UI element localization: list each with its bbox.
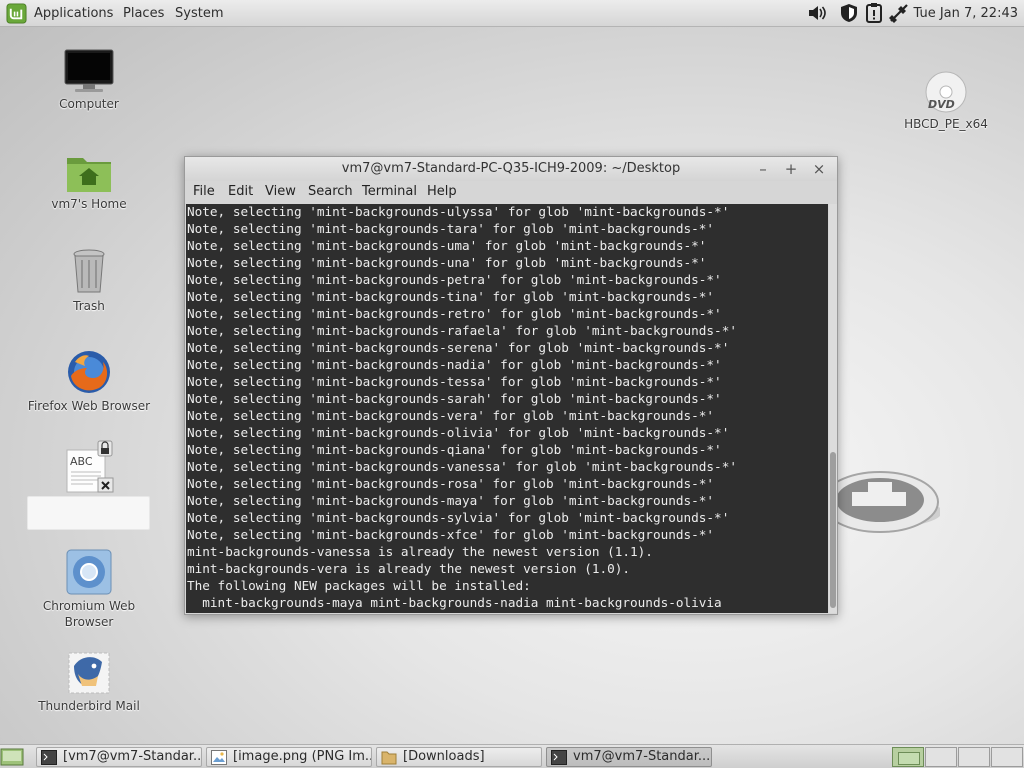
desktop-icon-dvd[interactable]: DVD HBCD_PE_x64 [881, 70, 1011, 132]
terminal-line: Note, selecting 'mint-backgrounds-ulyssa… [187, 204, 730, 219]
clock[interactable]: Tue Jan 7, 22:43 [913, 0, 1018, 27]
maximize-button[interactable]: + [781, 159, 801, 179]
minimize-button[interactable]: – [753, 159, 773, 179]
bottom-panel: [vm7@vm7-Standar... [image.png (PNG Im..… [0, 744, 1024, 768]
menu-search[interactable]: Search [306, 181, 355, 203]
workspace-2[interactable] [925, 747, 957, 767]
update-notice-icon[interactable] [863, 2, 885, 24]
terminal-titlebar[interactable]: vm7@vm7-Standard-PC-Q35-ICH9-2009: ~/Des… [185, 157, 837, 181]
terminal-menubar: File Edit View Search Terminal Help [185, 181, 837, 203]
terminal-line: mint-backgrounds-maya mint-backgrounds-n… [187, 595, 722, 610]
task-image-viewer[interactable]: [image.png (PNG Im... [206, 747, 372, 767]
mint-menu-icon[interactable] [6, 3, 27, 24]
system-menu[interactable]: System [171, 0, 227, 27]
top-panel: Applications Places System Tue Jan 7, 22… [0, 0, 1024, 27]
terminal-icon [41, 750, 57, 765]
desktop-icon-label: Chromium Web Browser [42, 599, 136, 629]
trash-icon [73, 249, 105, 293]
desktop-icon-label: Firefox Web Browser [27, 399, 151, 413]
terminal-line: Note, selecting 'mint-backgrounds-maya' … [187, 493, 715, 508]
terminal-icon [551, 750, 567, 765]
task-label: vm7@vm7-Standar... [573, 749, 711, 764]
menu-terminal[interactable]: Terminal [360, 181, 419, 203]
desktop-icon-firefox[interactable]: Firefox Web Browser [24, 348, 154, 414]
terminal-line: Note, selecting 'mint-backgrounds-vera' … [187, 408, 715, 423]
terminal-line: mint-backgrounds-vera is already the new… [187, 561, 631, 576]
home-folder-icon [67, 158, 111, 192]
terminal-line: Note, selecting 'mint-backgrounds-sarah'… [187, 391, 722, 406]
menu-file[interactable]: File [191, 181, 217, 203]
desktop-icon-label: Computer [59, 97, 119, 111]
terminal-line: Note, selecting 'mint-backgrounds-rafael… [187, 323, 737, 338]
terminal-line: Note, selecting 'mint-backgrounds-tessa'… [187, 374, 722, 389]
menu-view[interactable]: View [263, 181, 298, 203]
shield-icon[interactable] [838, 2, 860, 24]
menu-edit[interactable]: Edit [226, 181, 255, 203]
desktop-icon-label: vm7's Home [51, 197, 127, 211]
task-downloads[interactable]: [Downloads] [376, 747, 542, 767]
places-menu[interactable]: Places [119, 0, 168, 27]
desktop-icon-label: Trash [73, 299, 105, 313]
dvd-icon: DVD [925, 71, 967, 113]
terminal-line: Note, selecting 'mint-backgrounds-una' f… [187, 255, 707, 270]
dvd-logo-text: DVD [928, 98, 955, 111]
workspace-4[interactable] [991, 747, 1023, 767]
show-desktop-icon[interactable] [0, 747, 24, 767]
task-terminal-1[interactable]: [vm7@vm7-Standar... [36, 747, 202, 767]
menu-help[interactable]: Help [425, 181, 459, 203]
desktop-icon-trash[interactable]: Trash [24, 248, 154, 314]
desktop-icon-label: HBCD_PE_x64 [904, 117, 988, 131]
icon-rename-field[interactable] [27, 496, 150, 530]
terminal-line: Note, selecting 'mint-backgrounds-petra'… [187, 272, 722, 287]
network-disconnected-icon[interactable] [888, 2, 910, 24]
close-button[interactable]: × [809, 159, 829, 179]
terminal-line: Note, selecting 'mint-backgrounds-olivia… [187, 425, 730, 440]
firefox-icon [68, 351, 110, 393]
image-viewer-icon [211, 750, 227, 765]
scrollbar-thumb[interactable] [830, 452, 836, 608]
volume-icon[interactable] [806, 2, 828, 24]
task-label: [vm7@vm7-Standar... [63, 749, 202, 764]
terminal-line: Note, selecting 'mint-backgrounds-qiana'… [187, 442, 722, 457]
terminal-line: The following NEW packages will be insta… [187, 578, 531, 593]
desktop-icon-chromium[interactable]: Chromium Web Browser [24, 548, 154, 630]
desktop-icon-label: Thunderbird Mail [38, 699, 140, 713]
task-label: [Downloads] [403, 749, 485, 764]
applications-menu[interactable]: Applications [30, 0, 117, 27]
thunderbird-icon [68, 652, 110, 694]
terminal-line: Note, selecting 'mint-backgrounds-serena… [187, 340, 730, 355]
terminal-line: Note, selecting 'mint-backgrounds-nadia'… [187, 357, 722, 372]
workspace-1[interactable] [892, 747, 924, 767]
monitor-icon [64, 49, 114, 92]
desktop-icon-text-document[interactable]: ABC [24, 440, 154, 498]
terminal-line: Note, selecting 'mint-backgrounds-tina' … [187, 289, 715, 304]
text-document-icon: ABC [66, 440, 114, 493]
terminal-line: Note, selecting 'mint-backgrounds-uma' f… [187, 238, 707, 253]
folder-icon [381, 751, 397, 765]
terminal-line: Note, selecting 'mint-backgrounds-xfce' … [187, 527, 715, 542]
document-icon-text: ABC [70, 455, 93, 468]
terminal-line: Note, selecting 'mint-backgrounds-sylvia… [187, 510, 730, 525]
terminal-line: Note, selecting 'mint-backgrounds-rosa' … [187, 476, 715, 491]
desktop-icon-thunderbird[interactable]: Thunderbird Mail [24, 650, 154, 714]
terminal-scrollbar[interactable] [829, 204, 837, 613]
task-terminal-2[interactable]: vm7@vm7-Standar... [546, 747, 712, 767]
desktop-icon-computer[interactable]: Computer [24, 48, 154, 112]
task-label: [image.png (PNG Im... [233, 749, 372, 764]
terminal-line: Note, selecting 'mint-backgrounds-retro'… [187, 306, 722, 321]
workspace-3[interactable] [958, 747, 990, 767]
terminal-window[interactable]: vm7@vm7-Standard-PC-Q35-ICH9-2009: ~/Des… [184, 156, 838, 615]
terminal-line: mint-backgrounds-vanessa is already the … [187, 544, 653, 559]
terminal-output[interactable]: Note, selecting 'mint-backgrounds-ulyssa… [186, 204, 828, 613]
terminal-line: Note, selecting 'mint-backgrounds-vaness… [187, 459, 737, 474]
terminal-line: Note, selecting 'mint-backgrounds-tara' … [187, 221, 715, 236]
chromium-icon [66, 549, 112, 595]
window-title: vm7@vm7-Standard-PC-Q35-ICH9-2009: ~/Des… [341, 161, 681, 176]
desktop-icon-home[interactable]: vm7's Home [24, 150, 154, 212]
